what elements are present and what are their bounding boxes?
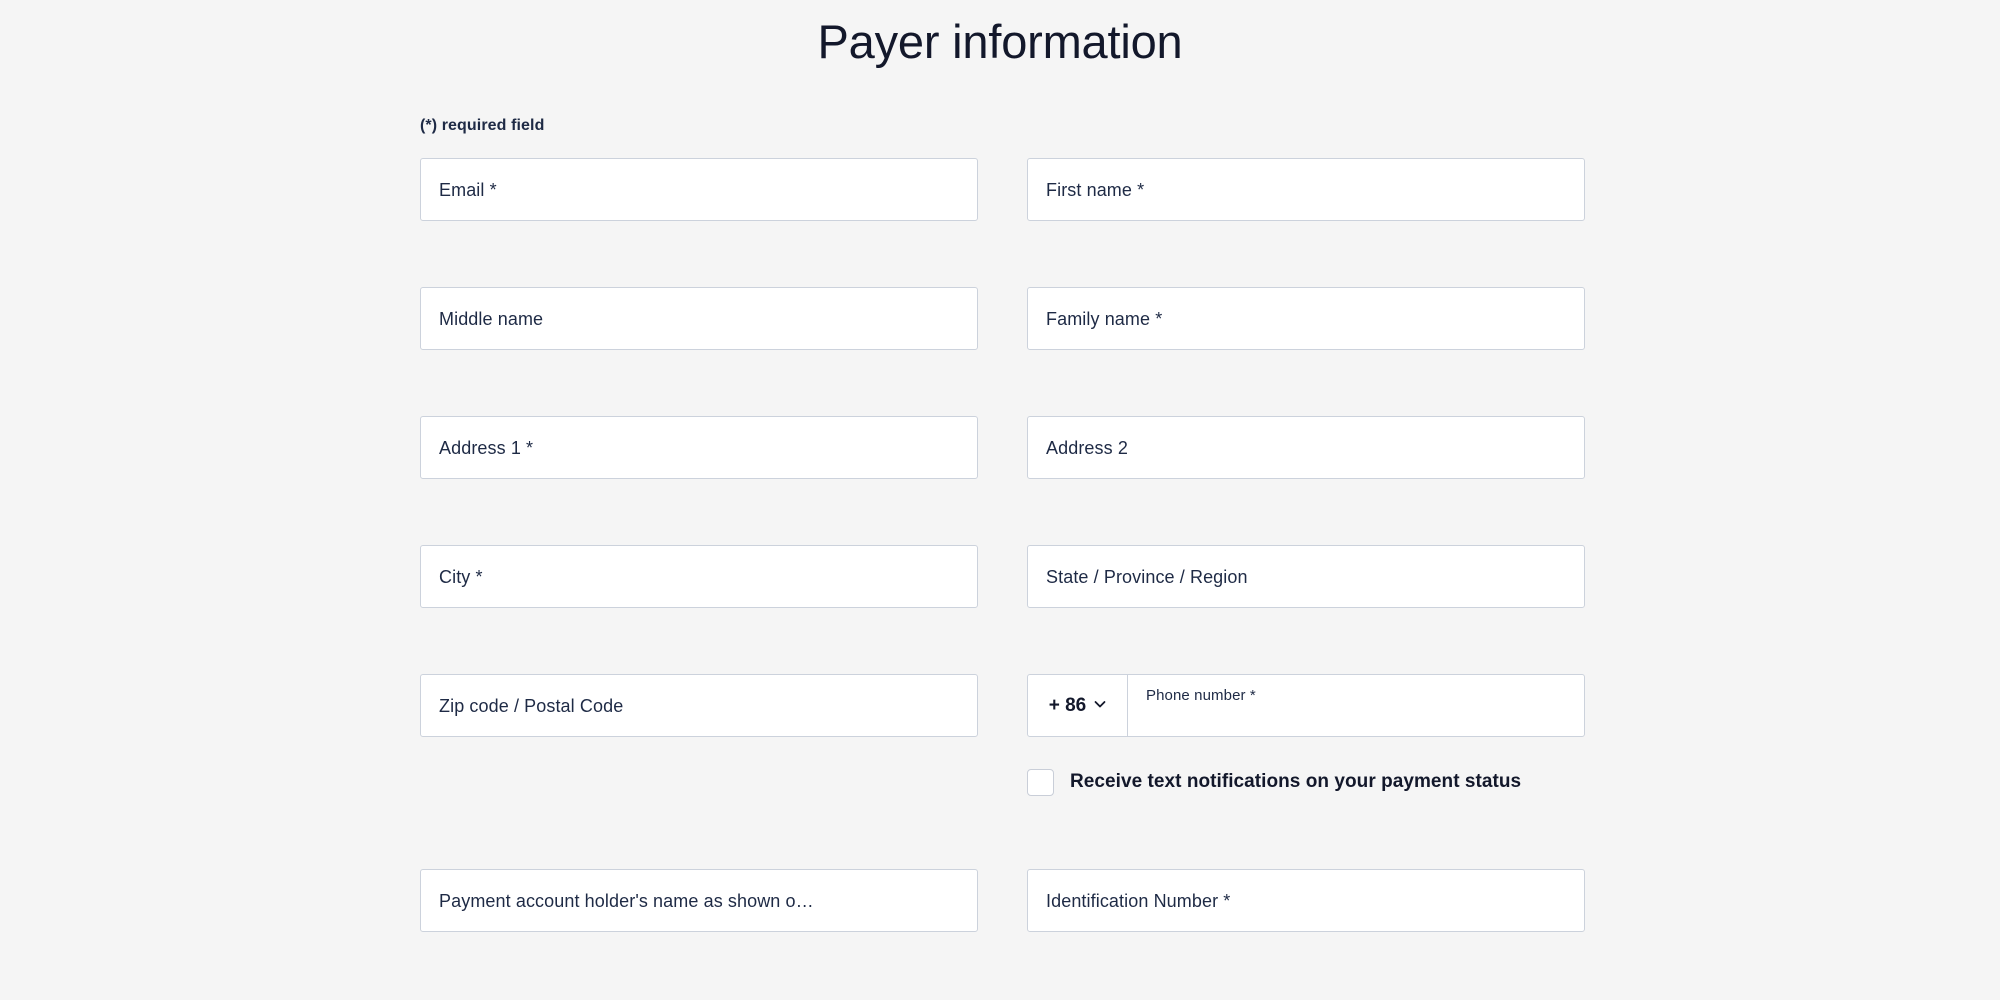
identification-number-field-label: Identification Number * [1046, 890, 1231, 911]
state-province-region-field[interactable]: State / Province / Region [1027, 545, 1585, 608]
page-title: Payer information [817, 15, 1183, 68]
middle-name-field[interactable]: Middle name [420, 287, 978, 350]
address-1-field[interactable]: Address 1 * [420, 416, 978, 479]
phone-number-input[interactable]: Phone number * [1128, 675, 1584, 736]
email-field[interactable]: Email * [420, 158, 978, 221]
city-field-label: City * [439, 566, 483, 587]
first-name-field-label: First name * [1046, 179, 1145, 200]
city-field[interactable]: City * [420, 545, 978, 608]
family-name-field-label: Family name * [1046, 308, 1163, 329]
first-name-field[interactable]: First name * [1027, 158, 1585, 221]
phone-number-field[interactable]: + 86 Phone number * [1027, 674, 1585, 737]
country-code-selector[interactable]: + 86 [1028, 675, 1128, 736]
text-notifications-checkbox[interactable] [1027, 769, 1054, 796]
address-1-field-label: Address 1 * [439, 437, 534, 458]
family-name-field[interactable]: Family name * [1027, 287, 1585, 350]
identification-number-field[interactable]: Identification Number * [1027, 869, 1585, 932]
zip-code-field[interactable]: Zip code / Postal Code [420, 674, 978, 737]
address-2-field[interactable]: Address 2 [1027, 416, 1585, 479]
required-field-note: (*) required field [420, 117, 545, 134]
zip-code-field-label: Zip code / Postal Code [439, 695, 624, 716]
state-province-region-field-label: State / Province / Region [1046, 566, 1248, 587]
form-grid: Email * First name * Middle name Family … [420, 158, 1585, 932]
phone-number-field-label: Phone number * [1146, 687, 1256, 704]
account-holder-name-field-label: Payment account holder's name as shown o… [439, 890, 814, 911]
text-notifications-checkbox-label: Receive text notifications on your payme… [1070, 771, 1522, 792]
country-code-value: + 86 [1048, 694, 1087, 716]
chevron-down-icon [1094, 698, 1106, 710]
payer-information-form: (*) required field Email * First name * … [420, 116, 1585, 932]
payer-information-page: Payer information (*) required field Ema… [0, 0, 2000, 1000]
middle-name-field-label: Middle name [439, 308, 544, 329]
text-notifications-checkbox-row[interactable]: Receive text notifications on your payme… [1027, 767, 1537, 839]
account-holder-name-field[interactable]: Payment account holder's name as shown o… [420, 869, 978, 932]
address-2-field-label: Address 2 [1046, 437, 1128, 458]
email-field-label: Email * [439, 179, 497, 200]
